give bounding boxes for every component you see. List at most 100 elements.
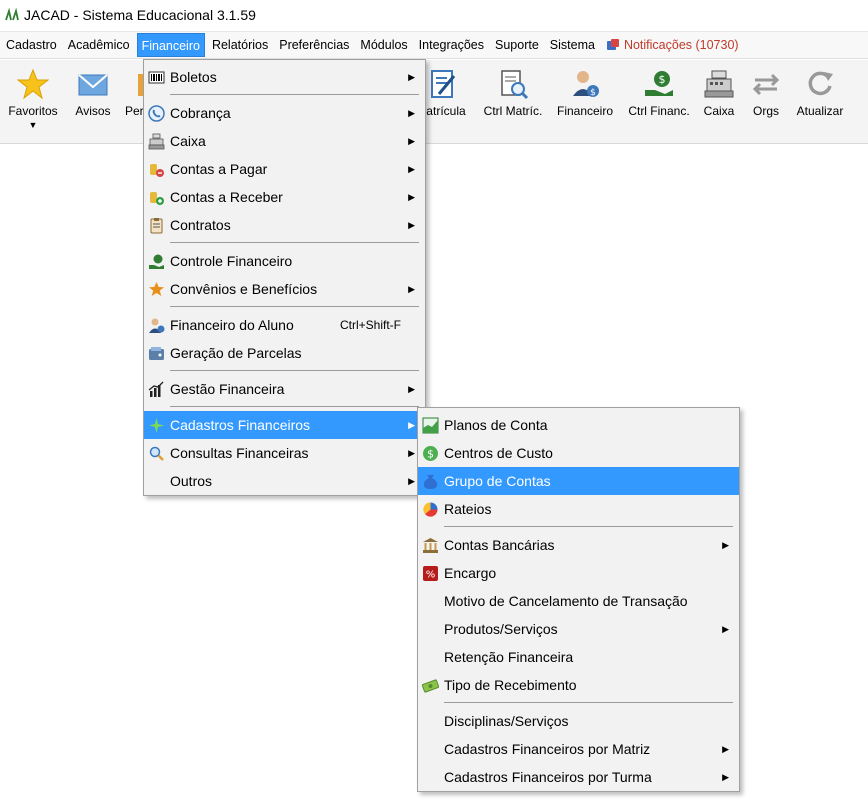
menu-item-outros-label: Outros	[170, 473, 213, 489]
menu-item-tipo-recebimento[interactable]: Tipo de Recebimento	[418, 671, 739, 699]
submenu-arrow-icon: ▶	[408, 136, 415, 146]
menu-suporte[interactable]: Suporte	[491, 33, 543, 57]
chevron-down-icon: ▼	[28, 120, 38, 130]
toolbar-ctrl-financ[interactable]: $ Ctrl Financ.	[626, 68, 692, 118]
swap-arrows-icon	[752, 73, 780, 96]
menu-modulos[interactable]: Módulos	[356, 33, 411, 57]
menu-item-contas-bancarias[interactable]: Contas Bancárias ▶	[418, 531, 739, 559]
menu-relatorios[interactable]: Relatórios	[208, 33, 272, 57]
menu-sistema[interactable]: Sistema	[546, 33, 599, 57]
clipboard-icon	[150, 218, 163, 234]
document-search-icon	[501, 70, 529, 100]
phone-icon	[148, 105, 165, 122]
app-logo-icon	[5, 7, 19, 21]
menu-item-caixa[interactable]: Caixa ▶	[144, 127, 425, 155]
menu-item-centros-custo-label: Centros de Custo	[444, 445, 553, 461]
hand-money-icon: $	[645, 71, 673, 96]
toolbar: Favoritos ▼ Avisos Per Matrícula Ctrl Ma…	[0, 60, 868, 144]
submenu-arrow-icon: ▶	[722, 772, 729, 782]
star-icon	[149, 282, 164, 296]
toolbar-ctrl-matric[interactable]: Ctrl Matríc.	[480, 68, 546, 118]
menu-item-produtos-servicos[interactable]: Produtos/Serviços ▶	[418, 615, 739, 643]
notification-icon	[606, 39, 619, 50]
menu-academico[interactable]: Acadêmico	[64, 33, 134, 57]
user-money-icon: $	[573, 71, 599, 98]
svg-text:$: $	[427, 448, 434, 461]
menu-item-contas-bancarias-label: Contas Bancárias	[444, 537, 555, 553]
toolbar-pe-label: Per	[125, 104, 144, 118]
coins-minus-icon	[150, 164, 164, 177]
menu-item-motivo-cancelamento[interactable]: Motivo de Cancelamento de Transação	[418, 587, 739, 615]
menu-item-consultas-financeiras[interactable]: Consultas Financeiras ▶	[144, 439, 425, 467]
menu-item-tipo-recebimento-label: Tipo de Recebimento	[444, 677, 577, 693]
menu-item-contas-pagar[interactable]: Contas a Pagar ▶	[144, 155, 425, 183]
submenu-arrow-icon: ▶	[408, 192, 415, 202]
refresh-icon	[808, 71, 833, 96]
submenu-arrow-icon: ▶	[722, 540, 729, 550]
menu-item-disciplinas-servicos[interactable]: Disciplinas/Serviços	[418, 707, 739, 735]
cadastros-financeiros-submenu: Planos de Conta $ Centros de Custo Grupo…	[417, 407, 740, 792]
toolbar-favoritos[interactable]: Favoritos ▼	[0, 68, 66, 130]
menu-item-por-matriz[interactable]: Cadastros Financeiros por Matriz ▶	[418, 735, 739, 763]
menu-integracoes[interactable]: Integrações	[415, 33, 488, 57]
menu-bar: Cadastro Acadêmico Financeiro Relatórios…	[0, 31, 868, 59]
pie-chart-icon	[423, 502, 438, 517]
menu-item-contratos[interactable]: Contratos ▶	[144, 211, 425, 239]
banknote-icon	[422, 679, 439, 693]
menu-preferencias[interactable]: Preferências	[275, 33, 353, 57]
money-bag-icon	[423, 475, 438, 489]
menu-item-cobranca-label: Cobrança	[170, 105, 231, 121]
user-money-icon	[149, 318, 165, 333]
menu-item-retencao-financeira[interactable]: Retenção Financeira	[418, 643, 739, 671]
toolbar-ctrl-matric-label: Ctrl Matríc.	[483, 104, 543, 118]
toolbar-pe[interactable]: Per	[108, 68, 158, 118]
title-bar: JACAD - Sistema Educacional 3.1.59	[0, 0, 868, 30]
menu-item-grupo-contas-label: Grupo de Contas	[444, 473, 551, 489]
menu-item-geracao-parcelas-label: Geração de Parcelas	[170, 345, 302, 361]
menu-item-boletos[interactable]: Boletos ▶	[144, 63, 425, 91]
menu-item-rateios-label: Rateios	[444, 501, 492, 517]
notifications-button[interactable]: Notificações (10730)	[606, 38, 739, 52]
menu-item-planos-conta-label: Planos de Conta	[444, 417, 548, 433]
svg-text:$: $	[659, 73, 666, 86]
toolbar-atualizar[interactable]: Atualizar	[787, 68, 853, 118]
magnifier-icon	[149, 446, 164, 461]
menu-separator	[144, 367, 425, 375]
menu-separator	[144, 303, 425, 311]
toolbar-financeiro-label: Financeiro	[556, 104, 614, 118]
menu-item-por-turma[interactable]: Cadastros Financeiros por Turma ▶	[418, 763, 739, 791]
menu-item-cobranca[interactable]: Cobrança ▶	[144, 99, 425, 127]
menu-item-cadastros-financeiros[interactable]: Cadastros Financeiros ▶	[144, 411, 425, 439]
menu-item-grupo-contas[interactable]: Grupo de Contas	[418, 467, 739, 495]
menu-item-por-matriz-label: Cadastros Financeiros por Matriz	[444, 741, 651, 757]
menu-financeiro[interactable]: Financeiro	[136, 33, 205, 57]
menu-item-produtos-servicos-label: Produtos/Serviços	[444, 621, 558, 637]
submenu-arrow-icon: ▶	[722, 744, 729, 754]
menu-cadastro[interactable]: Cadastro	[2, 33, 61, 57]
menu-item-planos-conta[interactable]: Planos de Conta	[418, 411, 739, 439]
menu-separator	[144, 91, 425, 99]
svg-text:%: %	[426, 570, 436, 581]
envelope-icon	[78, 74, 108, 96]
menu-item-encargo[interactable]: % Encargo	[418, 559, 739, 587]
menu-item-convenios[interactable]: Convênios e Benefícios ▶	[144, 275, 425, 303]
menu-item-contas-receber[interactable]: Contas a Receber ▶	[144, 183, 425, 211]
sparkle-plus-icon	[149, 418, 164, 433]
menu-item-controle-financeiro[interactable]: Controle Financeiro	[144, 247, 425, 275]
menu-item-gestao-financeira-label: Gestão Financeira	[170, 381, 285, 397]
menu-item-rateios[interactable]: Rateios	[418, 495, 739, 523]
menu-separator	[144, 403, 425, 411]
menu-item-centros-custo[interactable]: $ Centros de Custo	[418, 439, 739, 467]
menu-item-outros[interactable]: Outros ▶	[144, 467, 425, 495]
menu-item-contas-pagar-label: Contas a Pagar	[170, 161, 268, 177]
window-title: JACAD - Sistema Educacional 3.1.59	[24, 7, 256, 23]
cash-register-icon	[148, 133, 165, 150]
wallet-icon	[149, 347, 164, 360]
menu-item-gestao-financeira[interactable]: Gestão Financeira ▶	[144, 375, 425, 403]
toolbar-financeiro[interactable]: $ Financeiro	[552, 68, 618, 118]
menu-item-geracao-parcelas[interactable]: Geração de Parcelas	[144, 339, 425, 367]
toolbar-ctrl-financ-label: Ctrl Financ.	[628, 104, 690, 118]
toolbar-favoritos-label: Favoritos	[8, 104, 58, 118]
menu-item-financeiro-aluno[interactable]: Financeiro do Aluno Ctrl+Shift-F	[144, 311, 425, 339]
financeiro-dropdown: Boletos ▶ Cobrança ▶ Caixa ▶ Contas a Pa…	[143, 59, 426, 496]
